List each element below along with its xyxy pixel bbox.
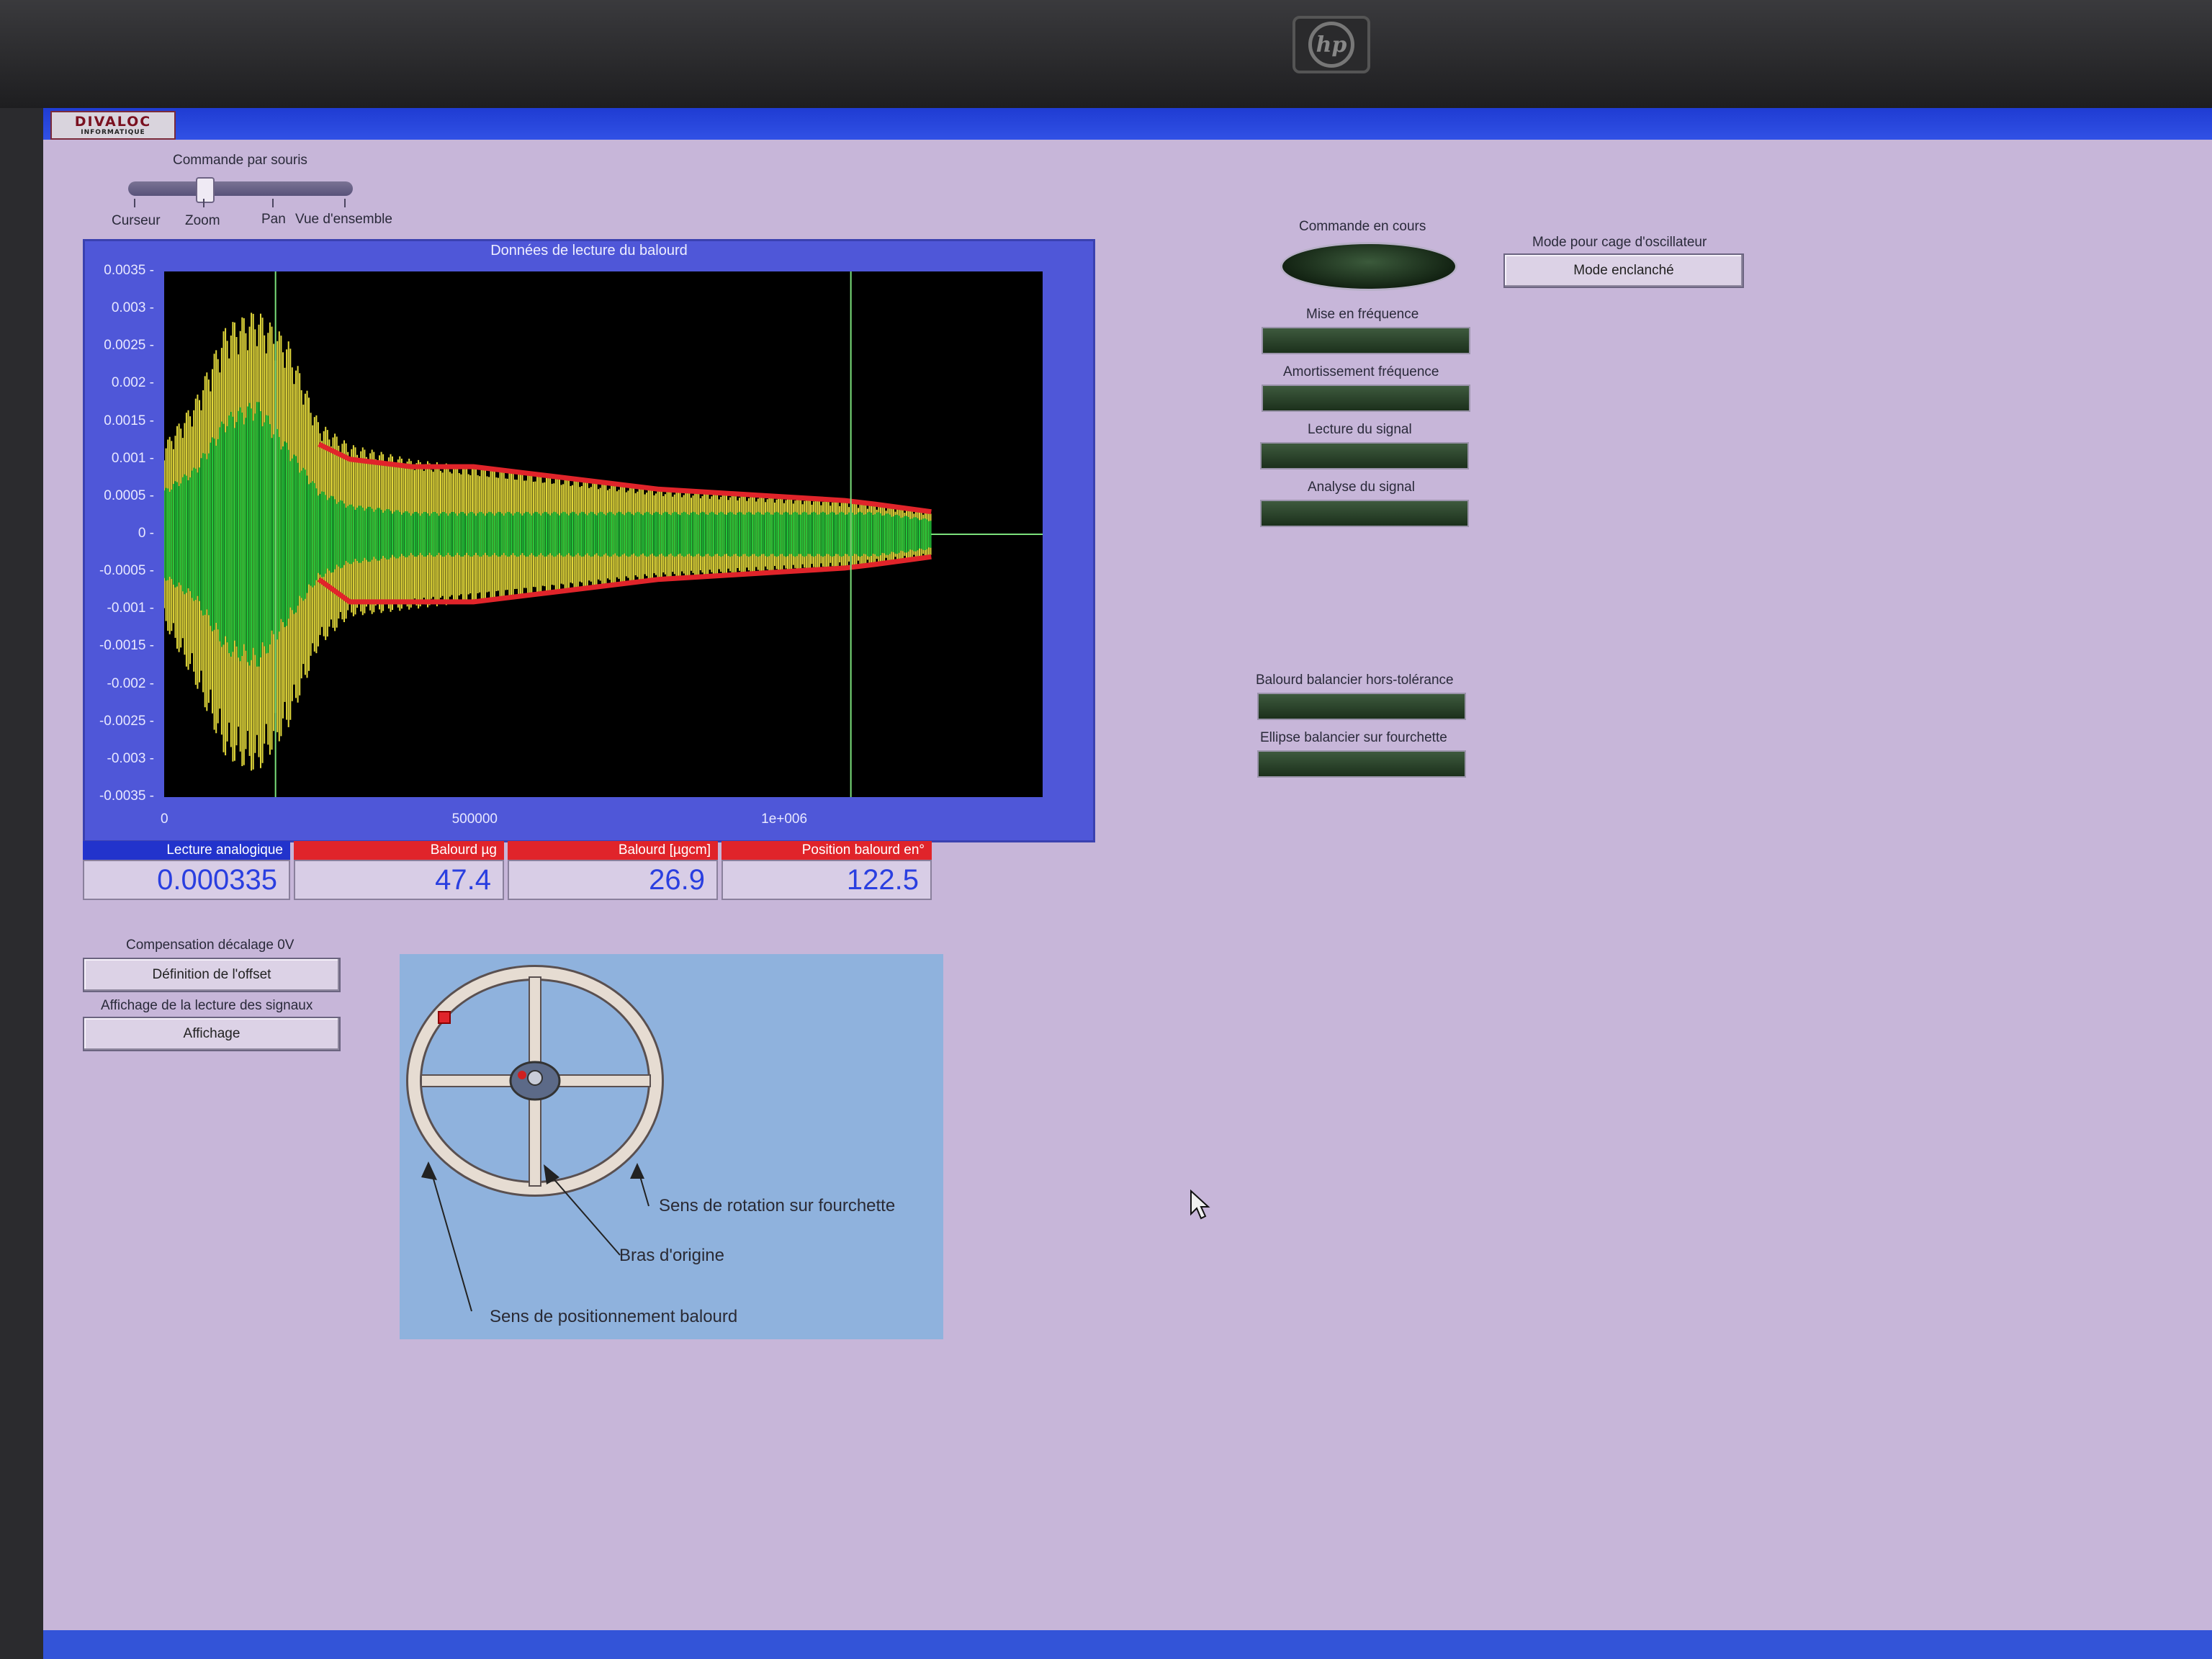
readout-value: 122.5 <box>721 860 932 900</box>
y-tick-label: 0.0025 - <box>104 338 154 354</box>
signal-analysis-label: Analyse du signal <box>1308 480 1415 495</box>
waveform-plot <box>164 271 1043 797</box>
y-tick-label: -0.003 - <box>107 750 154 766</box>
readout-label: Position balourd en° <box>721 841 932 860</box>
current-command-indicator <box>1280 242 1457 291</box>
oscillator-mode-label: Mode pour cage d'oscillateur <box>1532 235 1707 250</box>
monitor-bezel: hp <box>0 0 2212 108</box>
series-1-trace <box>164 402 932 667</box>
y-tick-label: -0.0025 - <box>99 713 154 729</box>
slider-option-pan[interactable]: Pan <box>261 212 286 228</box>
readout-value: 47.4 <box>294 860 504 900</box>
readout-analog: Lecture analogique 0.000335 <box>83 841 290 902</box>
hp-logo: hp <box>1292 16 1370 73</box>
y-tick-label: -0.0015 - <box>99 638 154 654</box>
mouse-pointer-icon <box>1190 1190 1210 1220</box>
tolerance-indicator <box>1257 693 1466 720</box>
readout-value: 26.9 <box>508 860 718 900</box>
slider-option-overview[interactable]: Vue d'ensemble <box>295 212 392 228</box>
y-tick-label: 0.003 - <box>111 300 154 316</box>
x-tick-label: 500000 <box>451 811 498 827</box>
damping-indicator <box>1262 385 1470 412</box>
origin-arm-label: Bras d'origine <box>619 1246 724 1265</box>
y-tick-label: 0.001 - <box>111 450 154 466</box>
damping-label: Amortissement fréquence <box>1283 364 1439 379</box>
display-label: Affichage de la lecture des signaux <box>101 998 313 1013</box>
graph-title: Données de lecture du balourd <box>490 243 688 258</box>
balance-wheel-diagram: Sens de rotation sur fourchette Bras d'o… <box>400 954 943 1339</box>
mouse-command-slider-thumb[interactable] <box>196 177 215 203</box>
offset-label: Compensation décalage 0V <box>126 938 295 953</box>
readout-label: Balourd [µgcm] <box>508 841 718 860</box>
signal-reading-label: Lecture du signal <box>1308 422 1412 437</box>
y-tick-label: -0.001 - <box>107 601 154 616</box>
y-tick-label: -0.002 - <box>107 675 154 691</box>
x-tick-label: 1e+006 <box>761 811 808 827</box>
signal-analysis-indicator <box>1260 500 1469 527</box>
application-window: DIVALOC INFORMATIQUE Commande par souris… <box>43 108 2212 1659</box>
tolerance-label: Balourd balancier hors-tolérance <box>1256 673 1454 688</box>
y-tick-label: 0 - <box>138 526 154 541</box>
slider-option-curseur[interactable]: Curseur <box>112 213 161 229</box>
mouse-command-slider[interactable] <box>128 181 353 196</box>
y-tick-label: 0.0035 - <box>104 263 154 278</box>
mouse-command-label: Commande par souris <box>173 153 307 168</box>
positioning-direction-label: Sens de positionnement balourd <box>490 1307 738 1326</box>
oscillator-mode-button[interactable]: Mode enclanché <box>1503 253 1744 288</box>
plot-area[interactable] <box>164 271 1043 797</box>
slider-option-zoom[interactable]: Zoom <box>185 213 220 229</box>
balance-wheel-drawing <box>406 965 664 1312</box>
current-command-label: Commande en cours <box>1299 219 1426 234</box>
readout-unbalance-position: Position balourd en° 122.5 <box>721 841 932 902</box>
app-logo: DIVALOC INFORMATIQUE <box>50 111 176 140</box>
signal-reading-indicator <box>1260 442 1469 469</box>
slider-tick <box>344 199 346 207</box>
y-tick-label: 0.0005 - <box>104 487 154 503</box>
display-button[interactable]: Affichage <box>83 1017 341 1051</box>
frequency-label: Mise en fréquence <box>1306 307 1419 322</box>
x-tick-label: 0 <box>161 811 168 827</box>
title-bar: DIVALOC INFORMATIQUE <box>43 108 2212 140</box>
ellipse-label: Ellipse balancier sur fourchette <box>1260 730 1447 745</box>
slider-tick <box>203 199 204 207</box>
readout-label: Lecture analogique <box>83 841 290 860</box>
readout-unbalance-ugcm: Balourd [µgcm] 26.9 <box>508 841 718 902</box>
readout-label: Balourd µg <box>294 841 504 860</box>
y-tick-label: 0.002 - <box>111 375 154 391</box>
y-tick-label: 0.0015 - <box>104 413 154 428</box>
taskbar <box>43 1630 2212 1659</box>
offset-definition-button[interactable]: Définition de l'offset <box>83 958 341 992</box>
y-tick-label: -0.0005 - <box>99 563 154 579</box>
unbalance-graph-panel: Données de lecture du balourd 0.0035 - 0.… <box>83 239 1095 842</box>
rotation-direction-label: Sens de rotation sur fourchette <box>659 1196 896 1215</box>
y-tick-label: -0.0035 - <box>99 788 154 804</box>
slider-tick <box>272 199 274 207</box>
readout-value: 0.000335 <box>83 860 290 900</box>
readout-unbalance-ug: Balourd µg 47.4 <box>294 841 504 902</box>
ellipse-indicator <box>1257 750 1466 778</box>
frequency-indicator <box>1262 327 1470 354</box>
slider-tick <box>134 199 135 207</box>
